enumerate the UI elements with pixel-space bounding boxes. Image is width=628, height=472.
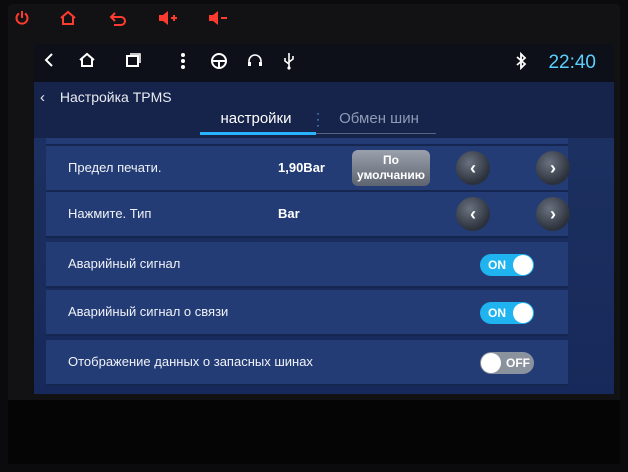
pressure-limit-value: 1,90Bar — [278, 160, 325, 175]
chevron-right-icon: › — [550, 204, 556, 224]
toggle-state: ON — [488, 306, 506, 320]
usb-icon — [278, 52, 300, 74]
toggle-knob — [513, 303, 533, 323]
page-title: Настройка TPMS — [59, 89, 172, 105]
hardware-button-bar — [8, 4, 620, 34]
volume-up-icon[interactable] — [156, 8, 180, 30]
default-button[interactable]: По умолчанию — [352, 150, 430, 186]
steering-wheel-icon[interactable] — [208, 52, 230, 74]
pressure-unit-row: Нажмите. Тип Bar ‹ › — [46, 192, 570, 238]
tab-separator: · · · — [316, 106, 320, 132]
connection-alarm-label: Аварийный сигнал о связи — [68, 304, 229, 319]
toggle-state: OFF — [506, 356, 530, 370]
back-to-tpms-button[interactable]: ‹ Настройка TPMS — [40, 88, 172, 107]
pressure-limit-row: Предел печати. 1,90Bar По умолчанию ‹ › — [46, 146, 570, 192]
chevron-right-icon: › — [550, 158, 556, 178]
chevron-left-icon: ‹ — [40, 89, 45, 106]
scrolled-row — [46, 138, 568, 146]
tab-divider-line — [316, 133, 436, 134]
toggle-knob — [513, 255, 533, 275]
back-icon[interactable] — [38, 52, 60, 74]
headphones-icon — [244, 52, 266, 74]
volume-down-icon[interactable] — [206, 8, 230, 30]
home-icon[interactable] — [76, 52, 98, 74]
spare-tire-toggle[interactable]: OFF — [480, 352, 534, 374]
chevron-left-icon: ‹ — [470, 158, 476, 178]
pressure-limit-label: Предел печати. — [68, 160, 162, 175]
device-frame: 22:40 ‹ Настройка TPMS настройки · · · Обм… — [8, 4, 620, 464]
alarm-label: Аварийный сигнал — [68, 256, 181, 271]
decrease-pressure-button[interactable]: ‹ — [456, 151, 490, 185]
title-bar: ‹ Настройка TPMS настройки · · · Обмен шин — [34, 82, 614, 138]
toggle-state: ON — [488, 258, 506, 272]
increase-pressure-button[interactable]: › — [536, 151, 570, 185]
chevron-left-icon: ‹ — [470, 204, 476, 224]
next-unit-button[interactable]: › — [536, 197, 570, 231]
tpms-screen: 22:40 ‹ Настройка TPMS настройки · · · Обм… — [34, 44, 614, 394]
pressure-unit-value: Bar — [278, 206, 300, 221]
menu-dots-icon[interactable] — [172, 52, 194, 74]
connection-alarm-row: Аварийный сигнал о связи ON — [46, 290, 568, 336]
tab-tire-exchange[interactable]: Обмен шин — [320, 108, 438, 130]
pressure-unit-label: Нажмите. Тип — [68, 206, 152, 221]
alarm-row: Аварийный сигнал ON — [46, 242, 568, 288]
bluetooth-icon — [510, 51, 532, 74]
home-icon[interactable] — [56, 8, 80, 30]
recent-apps-icon[interactable] — [122, 52, 144, 74]
tab-settings[interactable]: настройки — [200, 108, 312, 130]
back-icon[interactable] — [106, 8, 130, 30]
spare-tire-row: Отображение данных о запасных шинах OFF — [46, 340, 568, 386]
clock-time: 22:40 — [548, 52, 596, 73]
alarm-toggle[interactable]: ON — [480, 254, 534, 276]
power-icon[interactable] — [10, 8, 34, 30]
connection-alarm-toggle[interactable]: ON — [480, 302, 534, 324]
device-bezel-bottom — [8, 400, 620, 464]
previous-unit-button[interactable]: ‹ — [456, 197, 490, 231]
toggle-knob — [481, 353, 501, 373]
spare-tire-label: Отображение данных о запасных шинах — [68, 354, 313, 369]
status-bar: 22:40 — [34, 44, 614, 82]
active-tab-indicator — [200, 132, 316, 135]
